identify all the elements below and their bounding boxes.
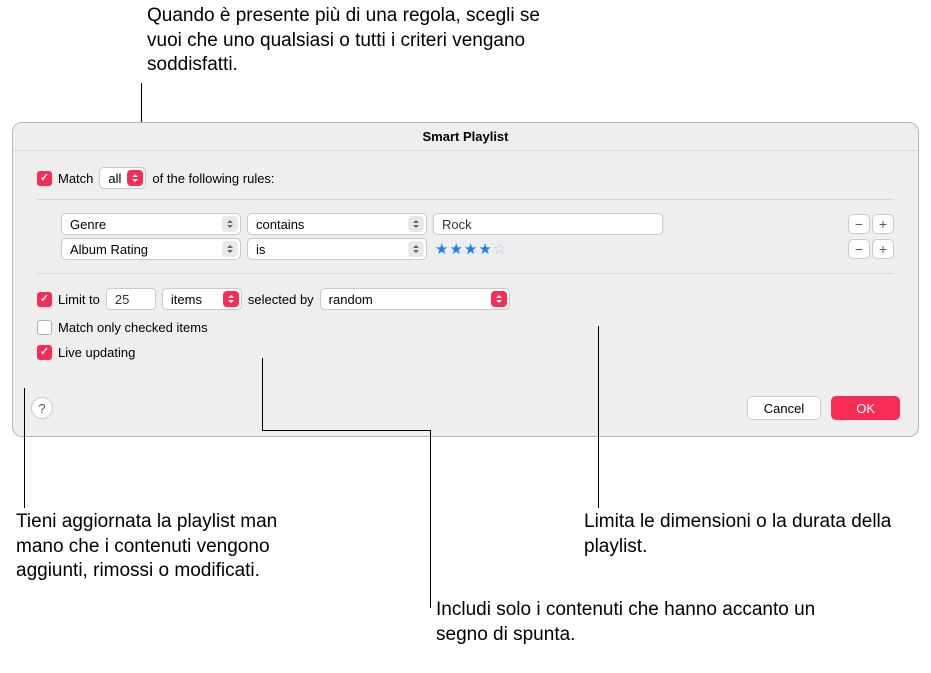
annotation-bottom-right: Limita le dimensioni o la durata della p… bbox=[584, 510, 904, 559]
annotation-bottom-left: Tieni aggiornata la playlist man mano ch… bbox=[16, 510, 316, 584]
annotation-bottom-mid: Includi solo i contenuti che hanno accan… bbox=[436, 598, 816, 647]
limit-unit-select[interactable]: items bbox=[162, 288, 242, 310]
callout-line bbox=[598, 326, 599, 508]
match-label-prefix: Match bbox=[58, 171, 93, 186]
rule-field-select[interactable]: Album Rating bbox=[61, 238, 241, 260]
callout-line bbox=[262, 430, 430, 431]
match-only-checked-row: Match only checked items bbox=[37, 320, 894, 335]
remove-rule-button[interactable]: − bbox=[848, 239, 870, 259]
dialog-footer: ? Cancel OK bbox=[13, 386, 918, 436]
annotation-top: Quando è presente più di una regola, sce… bbox=[147, 4, 567, 78]
callout-line bbox=[430, 430, 431, 608]
match-mode-select[interactable]: all bbox=[99, 167, 146, 189]
live-updating-label: Live updating bbox=[58, 345, 135, 360]
help-button[interactable]: ? bbox=[31, 397, 53, 419]
chevrons-icon bbox=[222, 241, 238, 257]
chevrons-icon bbox=[491, 291, 507, 307]
star-icon: ★ bbox=[478, 240, 491, 258]
chevrons-icon bbox=[127, 170, 143, 186]
match-only-checked-label: Match only checked items bbox=[58, 320, 208, 335]
rules-container: Genre contains Rock − + Album Ratin bbox=[37, 199, 894, 274]
selected-by-select[interactable]: random bbox=[320, 288, 510, 310]
star-icon: ★ bbox=[435, 240, 448, 258]
add-rule-button[interactable]: + bbox=[872, 214, 894, 234]
cancel-button[interactable]: Cancel bbox=[747, 396, 821, 420]
match-only-checked-checkbox[interactable] bbox=[37, 320, 52, 335]
match-checkbox[interactable] bbox=[37, 171, 52, 186]
chevrons-icon bbox=[222, 216, 238, 232]
callout-line bbox=[24, 388, 25, 508]
remove-rule-button[interactable]: − bbox=[848, 214, 870, 234]
selected-by-label: selected by bbox=[248, 292, 314, 307]
limit-checkbox[interactable] bbox=[37, 292, 52, 307]
callout-line bbox=[262, 358, 263, 430]
rule-operator-select[interactable]: contains bbox=[247, 213, 427, 235]
live-updating-checkbox[interactable] bbox=[37, 345, 52, 360]
limit-row: Limit to 25 items selected by random bbox=[37, 288, 894, 310]
dialog-title: Smart Playlist bbox=[13, 123, 918, 151]
chevrons-icon bbox=[408, 216, 424, 232]
chevrons-icon bbox=[408, 241, 424, 257]
star-icon: ★ bbox=[464, 240, 477, 258]
rule-operator-select[interactable]: is bbox=[247, 238, 427, 260]
smart-playlist-dialog: Smart Playlist Match all of the followin… bbox=[12, 122, 919, 437]
limit-count-input[interactable]: 25 bbox=[106, 288, 156, 310]
rule-value-stars[interactable]: ★ ★ ★ ★ ☆ bbox=[435, 240, 506, 258]
live-updating-row: Live updating bbox=[37, 345, 894, 360]
star-icon: ☆ bbox=[493, 240, 506, 258]
ok-button[interactable]: OK bbox=[831, 396, 900, 420]
limit-label: Limit to bbox=[58, 292, 100, 307]
match-row: Match all of the following rules: bbox=[37, 167, 894, 189]
rule-field-select[interactable]: Genre bbox=[61, 213, 241, 235]
rule-row: Genre contains Rock − + bbox=[37, 213, 894, 235]
add-rule-button[interactable]: + bbox=[872, 239, 894, 259]
star-icon: ★ bbox=[449, 240, 462, 258]
chevrons-icon bbox=[223, 291, 239, 307]
rule-value-input[interactable]: Rock bbox=[433, 213, 663, 235]
rule-row: Album Rating is ★ ★ ★ ★ ☆ − + bbox=[37, 238, 894, 260]
match-label-suffix: of the following rules: bbox=[152, 171, 274, 186]
